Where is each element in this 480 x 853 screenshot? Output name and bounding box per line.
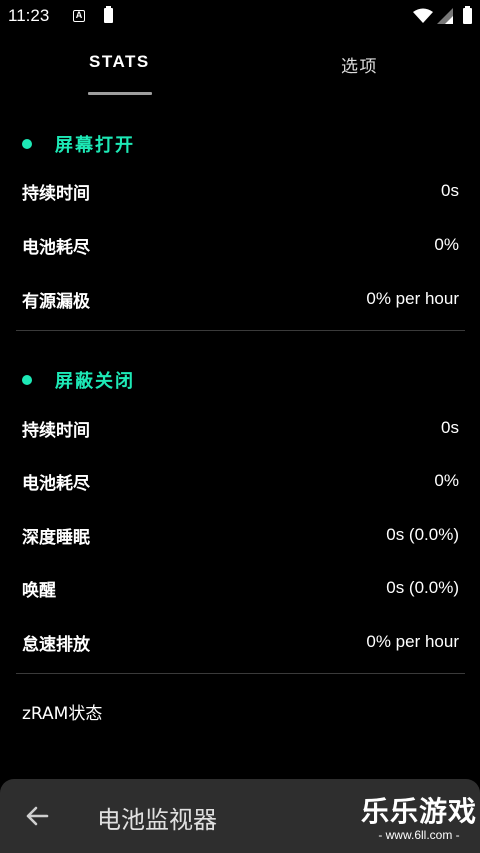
signal-icon: [437, 8, 453, 24]
zram-status-item[interactable]: zRAM状态: [22, 699, 102, 724]
accessibility-icon: A: [73, 10, 85, 22]
stat-row: 深度睡眠 0s (0.0%): [0, 520, 480, 550]
stat-value: 0s: [441, 418, 459, 437]
stat-value: 0s (0.0%): [386, 525, 459, 544]
stat-value: 0% per hour: [366, 632, 459, 651]
divider: [16, 330, 465, 331]
stat-value: 0%: [434, 471, 459, 490]
stat-row: 电池耗尽 0%: [0, 466, 480, 496]
watermark-text: 乐乐游戏: [360, 795, 477, 828]
stat-label: 深度睡眠: [22, 528, 90, 548]
section-title: 屏蔽关闭: [55, 371, 135, 392]
tab-indicator: [88, 92, 152, 95]
section-screen-off: 屏蔽关闭: [0, 365, 480, 395]
tab-stats[interactable]: STATS: [89, 52, 150, 72]
stat-row: 唤醒 0s (0.0%): [0, 573, 480, 603]
stat-row: 有源漏极 0% per hour: [0, 284, 480, 314]
status-dot-icon: [22, 139, 32, 149]
battery-icon: [463, 6, 472, 24]
stat-value: 0s (0.0%): [386, 578, 459, 597]
wifi-icon: [413, 8, 433, 23]
stat-value: 0s: [441, 181, 459, 200]
stat-label: 唤醒: [22, 581, 56, 601]
divider: [16, 673, 465, 674]
tab-options[interactable]: 选项: [341, 52, 378, 77]
stat-label: 持续时间: [22, 421, 90, 441]
tab-bar: STATS 选项: [0, 34, 480, 96]
stat-label: 持续时间: [22, 184, 90, 204]
stat-label: 有源漏极: [22, 292, 90, 312]
battery-icon: [104, 6, 113, 23]
status-dot-icon: [22, 375, 32, 385]
app-title: 电池监视器: [97, 806, 217, 834]
bottom-app-bar: 电池监视器 乐乐游戏 - www.6ll.com -: [0, 779, 480, 853]
watermark-url: - www.6ll.com -: [378, 828, 460, 842]
section-screen-on: 屏幕打开: [0, 129, 480, 159]
stat-label: 电池耗尽: [22, 238, 90, 258]
section-title: 屏幕打开: [55, 135, 135, 156]
stat-row: 持续时间 0s: [0, 176, 480, 206]
stat-label: 怠速排放: [22, 635, 90, 655]
status-bar: 11:23 A: [0, 0, 480, 34]
status-time: 11:23: [8, 6, 50, 25]
stat-label: 电池耗尽: [22, 474, 90, 494]
stat-value: 0% per hour: [366, 289, 459, 308]
arrow-left-icon[interactable]: [20, 799, 54, 833]
watermark-logo: 乐乐游戏 - www.6ll.com -: [360, 795, 477, 843]
stat-row: 持续时间 0s: [0, 413, 480, 443]
status-right-icons: [413, 6, 472, 26]
stat-value: 0%: [434, 235, 459, 254]
stat-row: 怠速排放 0% per hour: [0, 627, 480, 657]
stat-row: 电池耗尽 0%: [0, 230, 480, 260]
